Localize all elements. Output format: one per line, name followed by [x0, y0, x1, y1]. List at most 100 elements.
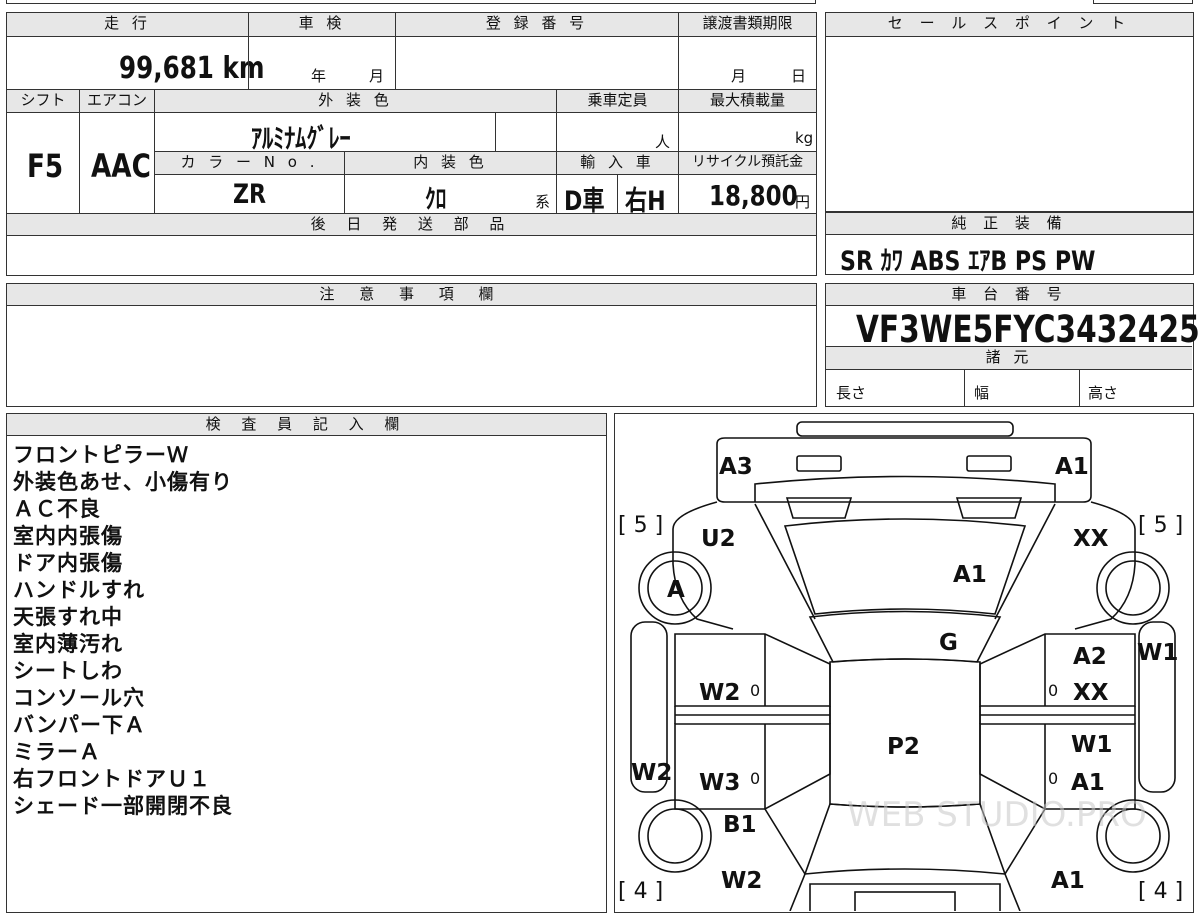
bracket-top-left: [ 5 ]	[618, 513, 663, 538]
max-load-header: 最大積載量	[679, 90, 816, 113]
chassis-box: 車 台 番 号 VF3WE5FYC34324255 諸 元 長さ 幅 高さ	[825, 283, 1200, 407]
bracket-bottom-left: [ 4 ]	[618, 879, 663, 904]
shift-header: シフト	[7, 90, 80, 113]
rear-window-left	[785, 497, 853, 519]
inspector-note-line: バンパー下Ａ	[13, 713, 147, 737]
top-strip	[6, 0, 816, 4]
inspector-note-line: フロントピラーＷ	[13, 443, 189, 467]
mark-quarter-right: XX	[1073, 526, 1109, 552]
later-parts-header: 後 日 発 送 部 品	[7, 214, 816, 236]
notes-header: 注 意 事 項 欄	[7, 284, 816, 306]
rear-spoiler	[796, 421, 1014, 437]
inspector-box: 検 査 員 記 入 欄 フロントピラーＷ 外装色あせ、小傷有り ＡＣ不良室内内張傷ド…	[6, 413, 607, 913]
mark-door-fl: W3	[699, 770, 740, 796]
recycle-fee-value: 18,800	[709, 179, 798, 212]
rear-window-right	[955, 497, 1023, 519]
rear-bumper	[716, 437, 1092, 503]
wheel-rr	[1096, 551, 1170, 625]
mark-roof: P2	[887, 734, 920, 760]
mark-door-fr2: A1	[1071, 770, 1105, 796]
genuine-equipment-box: 純 正 装 備 SR ｶﾜ ABS ｴｱB PS PW	[825, 212, 1194, 277]
interior-color-suffix: 系	[535, 193, 551, 211]
mark-sill-right: W1	[1137, 640, 1178, 666]
car-diagram-box: [ 5 ] [ 5 ] [ 4 ] [ 4 ] A3 A1 U2 XX A1 A…	[614, 413, 1194, 913]
inspection-month: 月	[369, 67, 385, 85]
mark-door-rr: A2	[1073, 644, 1107, 670]
inspector-note-line: 室内内張傷	[13, 524, 123, 548]
chassis-header: 車 台 番 号	[826, 284, 1193, 306]
rear-glass	[783, 518, 1027, 615]
mileage-header: 走 行	[7, 13, 249, 37]
wheel-rr-inner	[1105, 560, 1161, 616]
mark-quarter-left: U2	[701, 526, 736, 552]
mark-door-rl: W2	[699, 680, 740, 706]
deadline-day: 日	[791, 67, 807, 85]
color-no-value: ZR	[233, 179, 267, 210]
interior-color-value: ｸﾛ	[425, 185, 447, 215]
genuine-equipment-header: 純 正 装 備	[826, 213, 1193, 235]
aircon-header: エアコン	[80, 90, 155, 113]
inspector-note-line: ミラーＡ	[13, 740, 101, 764]
color-no-header: カ ラ ー N o .	[155, 152, 345, 175]
zero-mark-3: 0	[750, 769, 760, 788]
interior-color-header: 内 装 色	[345, 152, 557, 175]
front-grille	[854, 891, 956, 911]
recycle-unit: 円	[795, 193, 811, 211]
wheel-fl-inner	[647, 808, 703, 864]
mark-wheel-rl: A	[667, 577, 685, 603]
notes-box: 注 意 事 項 欄	[6, 283, 817, 407]
inspector-note-line: ハンドルすれ	[13, 578, 145, 602]
sales-point-box: セ ー ル ス ポ イ ン ト	[825, 12, 1194, 212]
mark-fender-fl: W2	[721, 868, 762, 894]
car-diagram: [ 5 ] [ 5 ] [ 4 ] [ 4 ] A3 A1 U2 XX A1 A…	[618, 421, 1183, 911]
mark-rear-left: A3	[719, 454, 753, 480]
inspection-year: 年	[311, 67, 327, 85]
c-pillar-right	[994, 503, 1056, 620]
watermark: WEB STUDIO.PRO	[847, 795, 1147, 835]
inspector-note-line: ＡＣ不良	[13, 497, 101, 521]
zero-mark-1: 0	[750, 681, 760, 700]
capacity-unit: 人	[655, 133, 671, 151]
roof	[829, 658, 981, 808]
shift-value: F5	[27, 147, 64, 185]
inspector-note-line: 右フロントドアＵ１	[13, 767, 211, 791]
inspection-header: 車 検	[249, 13, 396, 37]
front-bumper	[809, 883, 1001, 911]
tail-lamp-right	[966, 455, 1012, 472]
inspector-note-line: シートしわ	[13, 659, 123, 683]
inspector-note-line: 外装色あせ、小傷有り	[13, 470, 233, 494]
roof-front-glass	[808, 610, 1002, 663]
load-unit: kg	[795, 129, 814, 147]
inspector-notes: フロントピラーＷ 外装色あせ、小傷有り ＡＣ不良室内内張傷ドア内張傷ハンドルすれ 天張…	[13, 442, 233, 820]
inspector-note-line: 天張すれ中	[13, 605, 123, 629]
inspector-note-line: ドア内張傷	[13, 551, 123, 575]
mark-fender-fr: A1	[1051, 868, 1085, 894]
deadline-month: 月	[731, 67, 747, 85]
bracket-bottom-right: [ 4 ]	[1138, 879, 1183, 904]
capacity-header: 乗車定員	[557, 90, 679, 113]
top-strip-right	[1093, 0, 1193, 4]
mark-roof-front: G	[939, 630, 958, 656]
inspector-note-line: シェード一部開閉不良	[13, 794, 233, 818]
chassis-number: VF3WE5FYC34324255	[856, 308, 1200, 351]
sales-point-header: セ ー ル ス ポ イ ン ト	[826, 13, 1193, 37]
inspector-note-line: コンソール穴	[13, 686, 145, 710]
mark-door-rr2: XX	[1073, 680, 1109, 706]
mark-pillar-fl: B1	[723, 812, 757, 838]
c-pillar-left	[754, 503, 816, 620]
genuine-equipment-value: SR ｶﾜ ABS ｴｱB PS PW	[840, 246, 1096, 277]
inspector-note-line: 室内薄汚れ	[13, 632, 123, 656]
mileage-value: 99,681 km	[119, 51, 265, 86]
mark-sill-left: W2	[631, 760, 672, 786]
spec-width: 幅	[974, 384, 990, 402]
specs-header: 諸 元	[826, 346, 1192, 370]
registration-header: 登 録 番 号	[396, 13, 679, 37]
inspector-header: 検 査 員 記 入 欄	[7, 414, 606, 436]
mark-rear-glass: A1	[953, 562, 987, 588]
import-header: 輸 入 車	[557, 152, 679, 175]
zero-mark-4: 0	[1048, 769, 1058, 788]
spec-length: 長さ	[836, 384, 867, 402]
mark-door-fr: W1	[1071, 732, 1112, 758]
bracket-top-right: [ 5 ]	[1138, 513, 1183, 538]
door-fl	[674, 723, 831, 810]
